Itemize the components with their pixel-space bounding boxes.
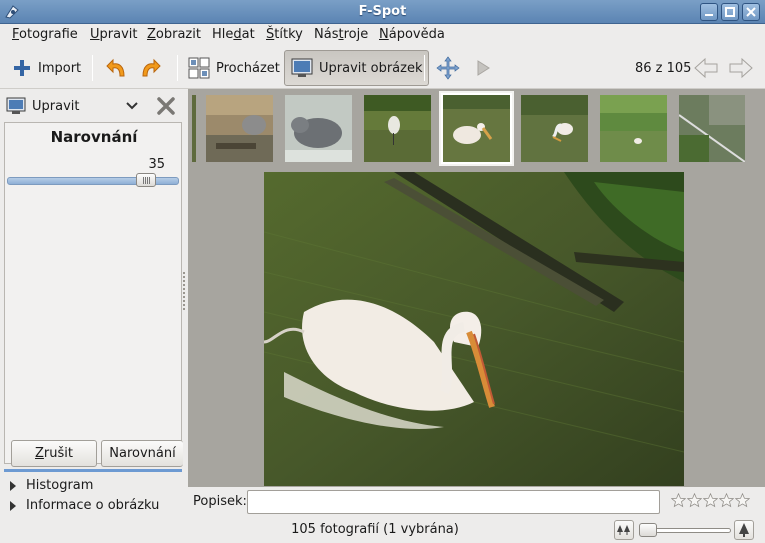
filmstrip-thumbnail-selected[interactable] [439, 91, 514, 166]
browse-label: Procházet [216, 60, 280, 76]
menu-zobrazit[interactable]: Zobrazit [145, 27, 203, 42]
image-info-expander[interactable]: Informace o obrázku [10, 498, 159, 513]
close-sidebar-button[interactable] [156, 96, 176, 116]
histogram-label: Histogram [26, 478, 94, 493]
toolbar: Import Procházet Upravit obrázek 86 z 10… [0, 47, 765, 89]
maximize-icon [725, 7, 735, 17]
edit-photo-label: Upravit obrázek [319, 60, 423, 76]
edit-photo-icon [291, 58, 313, 77]
menu-fotografie[interactable]: Fotografie [10, 27, 80, 42]
menu-napoveda[interactable]: Nápověda [377, 27, 447, 42]
sidebar-header: Upravit [6, 93, 182, 119]
filmstrip-thumbnail[interactable] [285, 95, 352, 162]
play-icon [477, 60, 490, 76]
zoom-out-trees-icon [617, 525, 630, 535]
menu-upravit[interactable]: Upravit [88, 27, 139, 42]
toolbar-separator [424, 55, 425, 81]
minimize-button[interactable] [700, 3, 718, 21]
caption-row: Popisek: [188, 487, 765, 518]
cancel-label-mnemonic: Z [35, 446, 44, 461]
window-title: F-Spot [358, 4, 407, 19]
menu-stitky[interactable]: Štítky [264, 27, 305, 42]
cancel-button[interactable]: Zrušit [11, 440, 97, 467]
caption-label: Popisek: [193, 494, 247, 509]
status-bar: 105 fotografií (1 vybrána) [0, 518, 765, 543]
menu-bar: Fotografie Upravit Zobrazit Hledat Štítk… [0, 24, 765, 47]
star-empty-icon[interactable] [703, 493, 718, 508]
zoom-slider-handle[interactable] [639, 523, 657, 537]
title-bar: F-Spot [0, 0, 765, 24]
sidebar-mode-label: Upravit [32, 98, 80, 114]
star-empty-icon[interactable] [687, 493, 702, 508]
zoom-out-button[interactable] [614, 520, 634, 540]
fullscreen-arrows-icon [436, 56, 460, 80]
edit-photo-button[interactable]: Upravit obrázek [284, 50, 430, 86]
pelican-photo-image [264, 172, 684, 486]
import-button[interactable]: Import [12, 50, 81, 86]
close-icon [157, 97, 175, 115]
edit-photo-icon [6, 97, 26, 114]
close-window-button[interactable] [742, 3, 760, 21]
editor-title: Narovnání [50, 128, 138, 146]
filmstrip-thumbnail[interactable] [206, 95, 273, 162]
rotate-left-icon [106, 58, 125, 77]
angle-slider-handle[interactable] [136, 173, 156, 187]
star-empty-icon[interactable] [719, 493, 734, 508]
previous-photo-button[interactable] [693, 50, 719, 86]
close-icon [746, 7, 756, 17]
rating-stars[interactable] [671, 493, 751, 508]
expander-arrow-icon [10, 500, 16, 511]
menu-hledat[interactable]: Hledat [210, 27, 257, 42]
expander-arrow-icon [10, 480, 16, 491]
slideshow-button[interactable] [474, 50, 492, 86]
main-photo[interactable] [264, 172, 684, 486]
minimize-icon [705, 14, 713, 16]
browse-grid-icon [188, 57, 210, 79]
next-photo-button[interactable] [728, 50, 754, 86]
filmstrip [188, 89, 765, 170]
caption-input[interactable] [247, 490, 660, 514]
menu-nastroje[interactable]: Nástroje [312, 27, 370, 42]
rotate-left-button[interactable] [105, 50, 129, 86]
rotate-right-icon [142, 58, 161, 77]
photo-counter: 86 z 105 [635, 61, 692, 76]
histogram-expander[interactable]: Histogram [10, 478, 93, 493]
zoom-in-tree-icon [739, 523, 749, 537]
panel-scroll-indicator [4, 469, 182, 472]
rotate-right-button[interactable] [138, 50, 162, 86]
arrow-right-icon [729, 57, 753, 79]
sidebar: Upravit Narovnání 35 Zrušit Narovnání Hi… [0, 89, 186, 518]
browse-button[interactable]: Procházet [188, 50, 280, 86]
filmstrip-thumbnail[interactable] [364, 95, 431, 162]
zoom-in-button[interactable] [734, 520, 754, 540]
filmstrip-thumbnail[interactable] [679, 95, 745, 162]
plus-icon [14, 60, 30, 76]
star-empty-icon[interactable] [671, 493, 686, 508]
maximize-button[interactable] [721, 3, 739, 21]
image-info-label: Informace o obrázku [26, 498, 160, 513]
filmstrip-thumbnail[interactable] [521, 95, 588, 162]
fullscreen-button[interactable] [436, 50, 460, 86]
cancel-label: rušit [43, 446, 73, 461]
star-empty-icon[interactable] [735, 493, 750, 508]
pane-splitter[interactable] [182, 270, 186, 330]
straighten-apply-label: Narovnání [109, 446, 176, 461]
angle-value: 35 [148, 157, 165, 172]
straighten-editor-panel: Narovnání 35 Zrušit Narovnání [4, 122, 183, 467]
arrow-left-icon [694, 57, 718, 79]
sidebar-mode-select[interactable]: Upravit [6, 95, 146, 117]
import-label: Import [38, 60, 82, 76]
status-text: 105 fotografií (1 vybrána) [291, 522, 459, 537]
toolbar-separator [92, 55, 93, 81]
straighten-apply-button[interactable]: Narovnání [101, 440, 183, 467]
filmstrip-thumbnail[interactable] [600, 95, 667, 162]
chevron-down-icon [126, 102, 138, 110]
photo-view: Popisek: [188, 89, 765, 518]
filmstrip-thumbnail[interactable] [192, 95, 196, 162]
toolbar-separator [177, 55, 178, 81]
